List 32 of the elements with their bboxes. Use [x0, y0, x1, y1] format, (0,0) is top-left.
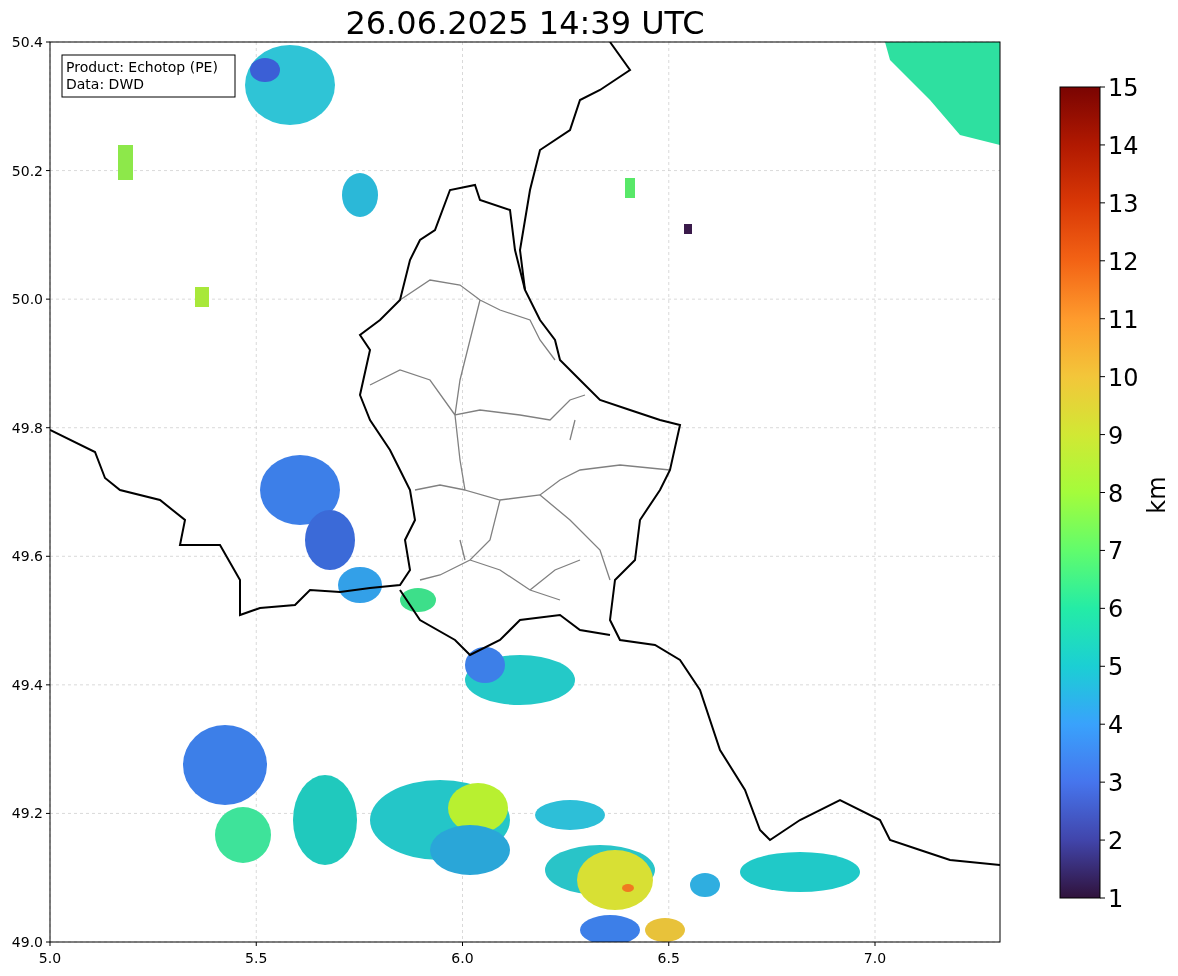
- axis-tick-label: 7.0: [863, 950, 887, 966]
- colorbar-tick-label: 13: [1108, 189, 1139, 218]
- colorbar-tick-label: 14: [1108, 131, 1139, 160]
- colorbar-tick-label: 8: [1108, 479, 1124, 508]
- chart-title: 26.06.2025 14:39 UTC: [345, 4, 705, 42]
- colorbar-tick-label: 2: [1108, 827, 1124, 856]
- colorbar-tick-label: 11: [1108, 305, 1139, 334]
- colorbar-tick-label: 4: [1108, 711, 1124, 740]
- colorbar-tick-label: 6: [1108, 595, 1124, 624]
- axis-tick-label: 50.0: [11, 291, 43, 308]
- axis-tick-label: 6.5: [657, 950, 680, 966]
- colorbar-tick-label: 10: [1108, 363, 1139, 392]
- axis-tick-label: 5.5: [245, 950, 268, 966]
- colorbar-tick-label: 7: [1108, 537, 1124, 566]
- legend-text: Data: DWD: [66, 76, 144, 92]
- axis-tick-label: 49.2: [11, 805, 43, 822]
- axis-tick-label: 6.0: [451, 950, 474, 966]
- colorbar-tick-label: 9: [1108, 421, 1124, 450]
- colorbar-tick-label: 3: [1108, 769, 1124, 798]
- axis-tick-label: 49.0: [11, 934, 43, 950]
- colorbar-label: km: [1143, 476, 1171, 514]
- axis-tick-label: 49.8: [11, 419, 43, 436]
- legend-text: Product: Echotop (PE): [66, 59, 218, 75]
- colorbar-tick-label: 12: [1108, 247, 1139, 276]
- colorbar-tick-label: 5: [1108, 653, 1124, 682]
- colorbar-tick-label: 15: [1108, 74, 1139, 102]
- axis-tick-label: 50.4: [11, 34, 43, 50]
- axis-tick-label: 49.4: [11, 676, 43, 693]
- colorbar-tick-label: 1: [1108, 885, 1124, 913]
- axis-tick-label: 50.2: [11, 162, 43, 179]
- axis-tick-label: 49.6: [11, 548, 43, 565]
- axis-tick-label: 5.0: [38, 950, 62, 966]
